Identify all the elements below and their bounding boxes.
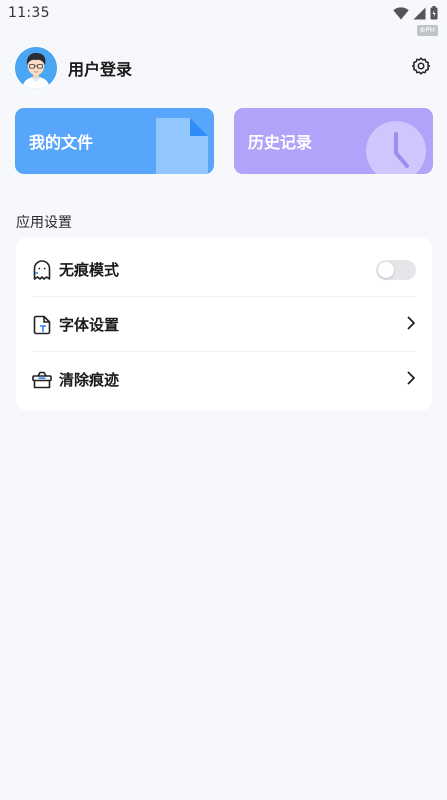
ghost-icon <box>32 259 52 280</box>
broom-box-icon <box>32 370 52 390</box>
font-file-icon <box>32 315 52 335</box>
login-label[interactable]: 用户登录 <box>68 56 132 80</box>
status-icons <box>393 6 438 20</box>
settings-item-label: 清除痕迹 <box>59 371 120 389</box>
chevron-right-icon <box>406 370 416 389</box>
status-badge: ⊕PH <box>416 25 438 36</box>
wifi-icon <box>393 6 409 20</box>
settings-button[interactable] <box>410 57 432 79</box>
settings-panel: 无痕模式 字体设置 清除痕迹 <box>16 238 432 410</box>
settings-item-font[interactable]: 字体设置 <box>16 297 432 352</box>
gear-icon <box>411 56 431 80</box>
incognito-toggle[interactable] <box>376 259 416 280</box>
my-files-label: 我的文件 <box>29 133 94 152</box>
section-title: 应用设置 <box>16 215 72 231</box>
toggle-knob <box>378 261 394 278</box>
cell-signal-icon <box>413 7 426 20</box>
settings-item-label: 无痕模式 <box>59 261 120 279</box>
chevron-right-icon <box>406 315 416 334</box>
my-files-card[interactable]: 我的文件 <box>15 108 214 174</box>
header: 用户登录 <box>15 47 433 89</box>
settings-item-incognito[interactable]: 无痕模式 <box>16 242 432 297</box>
avatar[interactable] <box>15 47 57 89</box>
quick-cards: 我的文件 历史记录 <box>15 108 433 174</box>
status-time: 11:35 <box>8 5 50 21</box>
settings-item-label: 字体设置 <box>59 316 120 334</box>
clock-icon <box>365 120 427 174</box>
history-card[interactable]: 历史记录 <box>234 108 433 174</box>
history-label: 历史记录 <box>248 133 313 152</box>
battery-icon <box>430 6 438 20</box>
document-icon <box>156 118 208 174</box>
settings-item-clear-traces[interactable]: 清除痕迹 <box>16 352 432 407</box>
status-bar: 11:35 <box>0 0 447 26</box>
